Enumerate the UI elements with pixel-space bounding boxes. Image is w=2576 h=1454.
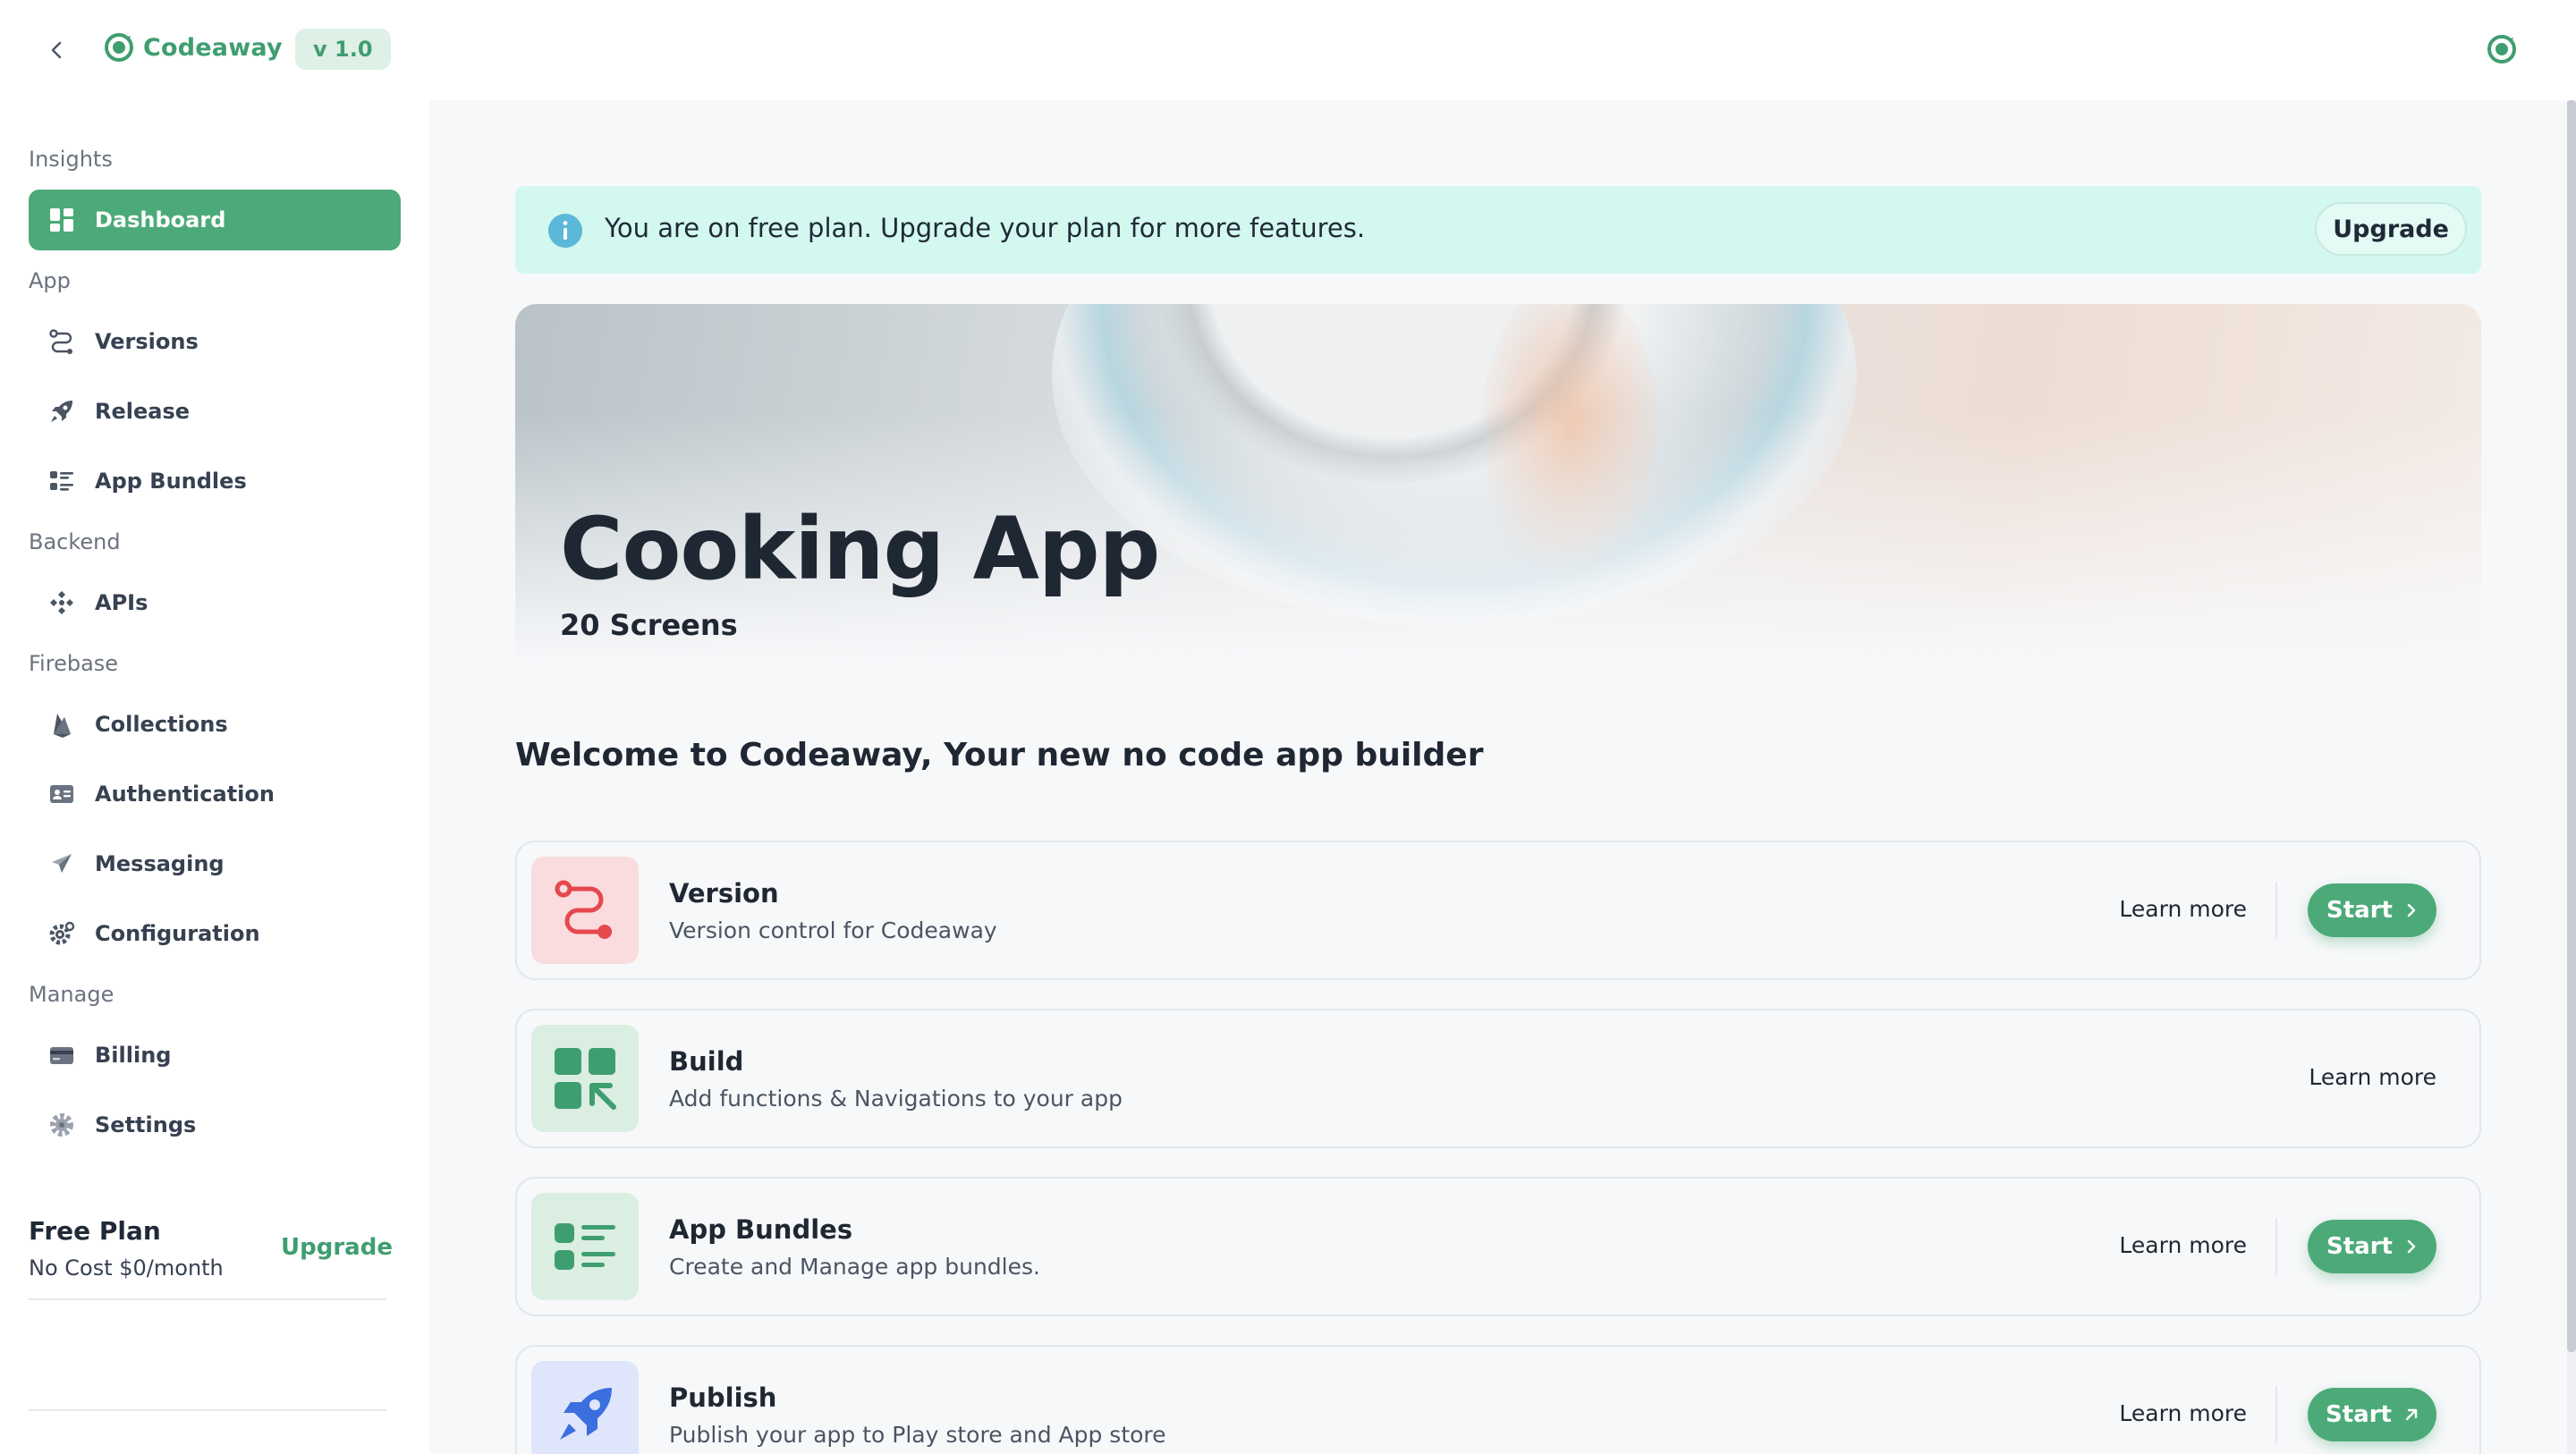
hero-fade [515,304,2481,662]
start-button[interactable]: Start [2308,883,2436,937]
learn-more-link[interactable]: Learn more [2309,1064,2436,1090]
project-title: Cooking App [560,499,1160,599]
sidebar-divider-top [29,1298,386,1300]
build-grid-icon [531,1025,639,1132]
account-logo[interactable] [2487,34,2517,68]
sidebar-item-label: Configuration [95,921,260,946]
card-separator [2275,1386,2277,1443]
sidebar-item-label: Billing [95,1043,172,1068]
brand-name: Codeaway [143,33,283,62]
rocket-icon [47,396,77,427]
chevron-right-icon [2407,1239,2416,1254]
sidebar-item-label: Collections [95,712,228,737]
card-separator [2275,882,2277,939]
section-label-manage: Manage [29,982,114,1007]
banner-text: You are on free plan. Upgrade your plan … [605,213,1366,243]
chevron-left-icon [51,41,62,59]
sidebar-item-label: Messaging [95,851,225,876]
sidebar-item-configuration[interactable]: Configuration [29,903,401,964]
start-label: Start [2326,1401,2392,1428]
version-badge: v 1.0 [295,29,391,70]
sidebar-item-label: Settings [95,1112,197,1137]
plan-banner: You are on free plan. Upgrade your plan … [515,186,2481,274]
sidebar-item-billing[interactable]: Billing [29,1025,401,1086]
sidebar-item-label: Authentication [95,782,275,807]
codeaway-logo-icon [105,33,133,62]
plan-title: Free Plan [29,1216,161,1246]
main-content: You are on free plan. Upgrade your plan … [429,100,2576,1454]
bundle-list-icon [531,1193,639,1300]
api-icon [47,588,77,618]
card-title: Version [669,878,779,909]
sidebar-item-messaging[interactable]: Messaging [29,833,401,894]
scrollbar-track[interactable] [2567,100,2576,1454]
id-card-icon [47,779,77,809]
sidebar-item-settings[interactable]: Settings [29,1095,401,1155]
section-label-backend: Backend [29,529,121,554]
card-description: Add functions & Navigations to your app [669,1086,1123,1112]
sidebar-item-label: Dashboard [95,207,226,232]
card-app-bundles: App Bundles Create and Manage app bundle… [515,1177,2481,1316]
sidebar-item-release[interactable]: Release [29,381,401,442]
sidebar-item-app-bundles[interactable]: App Bundles [29,451,401,511]
firebase-icon [47,709,77,740]
card-title: Publish [669,1382,777,1413]
plan-subtitle: No Cost $0/month [29,1255,224,1281]
card-title: App Bundles [669,1214,853,1245]
arrow-up-right-icon [2405,1408,2418,1421]
card-description: Create and Manage app bundles. [669,1254,1040,1280]
rocket-icon [531,1361,639,1454]
card-description: Version control for Codeaway [669,917,997,943]
card-build: Build Add functions & Navigations to you… [515,1009,2481,1148]
card-title: Build [669,1046,744,1077]
card-description: Publish your app to Play store and App s… [669,1422,1166,1448]
version-route-icon [531,857,639,964]
brand[interactable]: Codeaway [104,32,283,63]
start-button[interactable]: Start [2308,1388,2436,1441]
learn-more-link[interactable]: Learn more [2119,1232,2247,1258]
sidebar-item-versions[interactable]: Versions [29,311,401,372]
section-label-firebase: Firebase [29,651,119,676]
card-publish: Publish Publish your app to Play store a… [515,1345,2481,1454]
section-label-insights: Insights [29,147,113,172]
banner-upgrade-button[interactable]: Upgrade [2315,202,2467,256]
sidebar-item-label: Versions [95,329,199,354]
back-button[interactable] [39,32,75,68]
codeaway-logo-icon [2487,35,2516,63]
sidebar-item-label: APIs [95,590,148,615]
card-version: Version Version control for Codeaway Lea… [515,841,2481,980]
list-icon [47,466,77,496]
scrollbar-thumb[interactable] [2567,100,2576,1352]
top-bar: Codeaway v 1.0 [0,0,2576,100]
versions-icon [47,326,77,357]
start-label: Start [2326,1233,2393,1260]
plan-upgrade-link[interactable]: Upgrade [281,1234,393,1261]
sidebar-item-authentication[interactable]: Authentication [29,764,401,824]
sidebar-item-label: Release [95,399,191,424]
card-separator [2275,1218,2277,1275]
sidebar-divider [29,1409,386,1411]
credit-card-icon [47,1040,77,1070]
sidebar-item-apis[interactable]: APIs [29,572,401,633]
gear-icon [47,918,77,949]
send-icon [47,849,77,879]
dashboard-icon [47,205,77,235]
sidebar-item-collections[interactable]: Collections [29,694,401,755]
welcome-heading: Welcome to Codeaway, Your new no code ap… [515,737,1484,773]
settings-icon [47,1110,77,1140]
start-button[interactable]: Start [2308,1220,2436,1273]
learn-more-link[interactable]: Learn more [2119,1400,2247,1426]
section-label-app: App [29,268,71,293]
sidebar-item-dashboard[interactable]: Dashboard [29,190,401,250]
sidebar-item-label: App Bundles [95,469,247,494]
sidebar: Insights Dashboard App Versions Release … [0,100,429,1454]
learn-more-link[interactable]: Learn more [2119,896,2247,922]
start-label: Start [2326,897,2393,924]
info-icon [547,213,583,252]
project-hero: Cooking App 20 Screens [515,304,2481,662]
chevron-right-icon [2407,903,2416,917]
project-screens-count: 20 Screens [560,608,738,642]
